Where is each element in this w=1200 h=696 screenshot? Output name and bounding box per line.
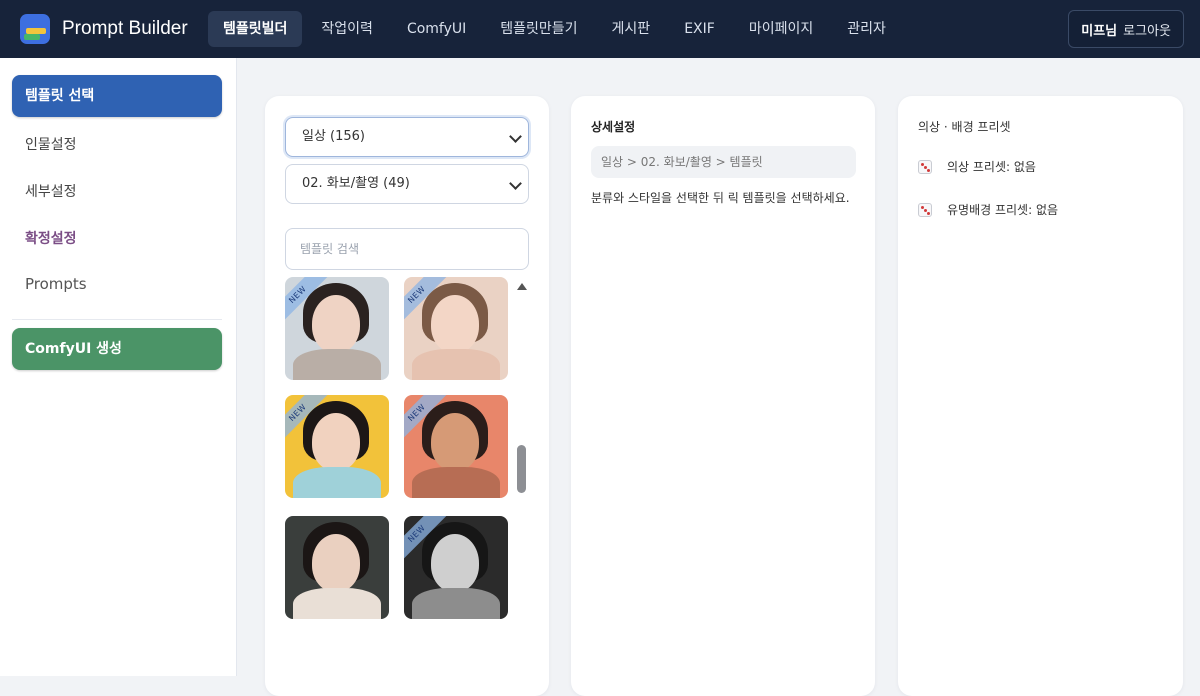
preset-panel-title: 의상 · 배경 프리셋 [918,120,1011,134]
app-name: Prompt Builder [62,18,188,39]
template-thumbnail[interactable]: NEW [285,277,389,380]
template-thumbnail[interactable]: NEW [404,395,508,498]
nav-item-work-history[interactable]: 작업이력 [306,11,388,47]
chevron-down-icon [509,130,522,143]
preset-panel: 의상 · 배경 프리셋 의상 프리셋: 없음 유명배경 프리셋: 없음 [898,96,1183,696]
template-thumbnail[interactable]: NEW [285,395,389,498]
app-logo-icon [20,14,50,44]
scrollbar-thumb[interactable] [517,445,526,493]
template-search-input[interactable] [285,228,529,270]
outfit-preset-row[interactable]: 의상 프리셋: 없음 [918,158,1036,175]
template-thumbnail[interactable] [285,516,389,619]
logout-button[interactable]: 로그아웃 [1123,20,1171,39]
sidebar-item-detail-settings[interactable]: 세부설정 [25,181,77,201]
background-preset-row[interactable]: 유명배경 프리셋: 없음 [918,201,1058,218]
subcategory-select-value: 02. 화보/촬영 (49) [302,176,410,191]
category-select[interactable]: 일상 (156) [285,117,529,157]
sidebar-divider [12,319,222,320]
template-thumbnail-grid: NEW NEW NEW NEW NEW [285,277,537,622]
detail-settings-panel: 상세설정 일상 > 02. 화보/촬영 > 템플릿 분류와 스타일을 선택한 뒤… [571,96,875,696]
nav-item-comfyui[interactable]: ComfyUI [392,11,481,47]
scroll-up-arrow-icon[interactable] [517,283,527,290]
dice-icon [918,202,932,217]
template-thumbnail[interactable]: NEW [404,277,508,380]
nav-item-board[interactable]: 게시판 [597,11,666,47]
detail-panel-title: 상세설정 [591,120,636,134]
user-name: 미프님 [1081,23,1118,39]
help-text: 분류와 스타일을 선택한 뒤 릭 템플릿을 선택하세요. [591,191,850,205]
sidebar: 템플릿 선택 인물설정 세부설정 확정설정 Prompts ComfyUI 생성 [0,58,237,676]
sidebar-item-prompts[interactable]: Prompts [25,275,87,293]
sidebar-item-confirm-settings[interactable]: 확정설정 [25,228,77,248]
chevron-down-icon [509,177,522,190]
background-preset-label: 유명배경 프리셋: 없음 [947,203,1059,217]
top-navigation-bar: Prompt Builder 템플릿빌더 작업이력 ComfyUI 템플릿만들기… [0,0,1200,58]
nav-item-template-builder[interactable]: 템플릿빌더 [208,11,303,47]
sidebar-item-template-select[interactable]: 템플릿 선택 [12,75,222,117]
nav-item-admin[interactable]: 관리자 [832,11,901,47]
category-select-value: 일상 (156) [302,129,366,144]
user-box: 미프님 로그아웃 [1068,10,1184,48]
nav-item-mypage[interactable]: 마이페이지 [734,11,828,47]
breadcrumb: 일상 > 02. 화보/촬영 > 템플릿 [591,146,856,178]
nav-item-make-template[interactable]: 템플릿만들기 [485,11,592,47]
template-panel: 일상 (156) 02. 화보/촬영 (49) NEW NEW NEW NEW … [265,96,549,696]
main-nav: 템플릿빌더 작업이력 ComfyUI 템플릿만들기 게시판 EXIF 마이페이지… [208,0,905,58]
outfit-preset-label: 의상 프리셋: 없음 [947,160,1036,174]
brand[interactable]: Prompt Builder [20,14,208,44]
nav-item-exif[interactable]: EXIF [669,11,730,47]
template-thumbnail[interactable]: NEW [404,516,508,619]
dice-icon [918,159,932,174]
comfyui-generate-button[interactable]: ComfyUI 생성 [12,328,222,370]
subcategory-select[interactable]: 02. 화보/촬영 (49) [285,164,529,204]
sidebar-item-person-settings[interactable]: 인물설정 [25,134,77,154]
